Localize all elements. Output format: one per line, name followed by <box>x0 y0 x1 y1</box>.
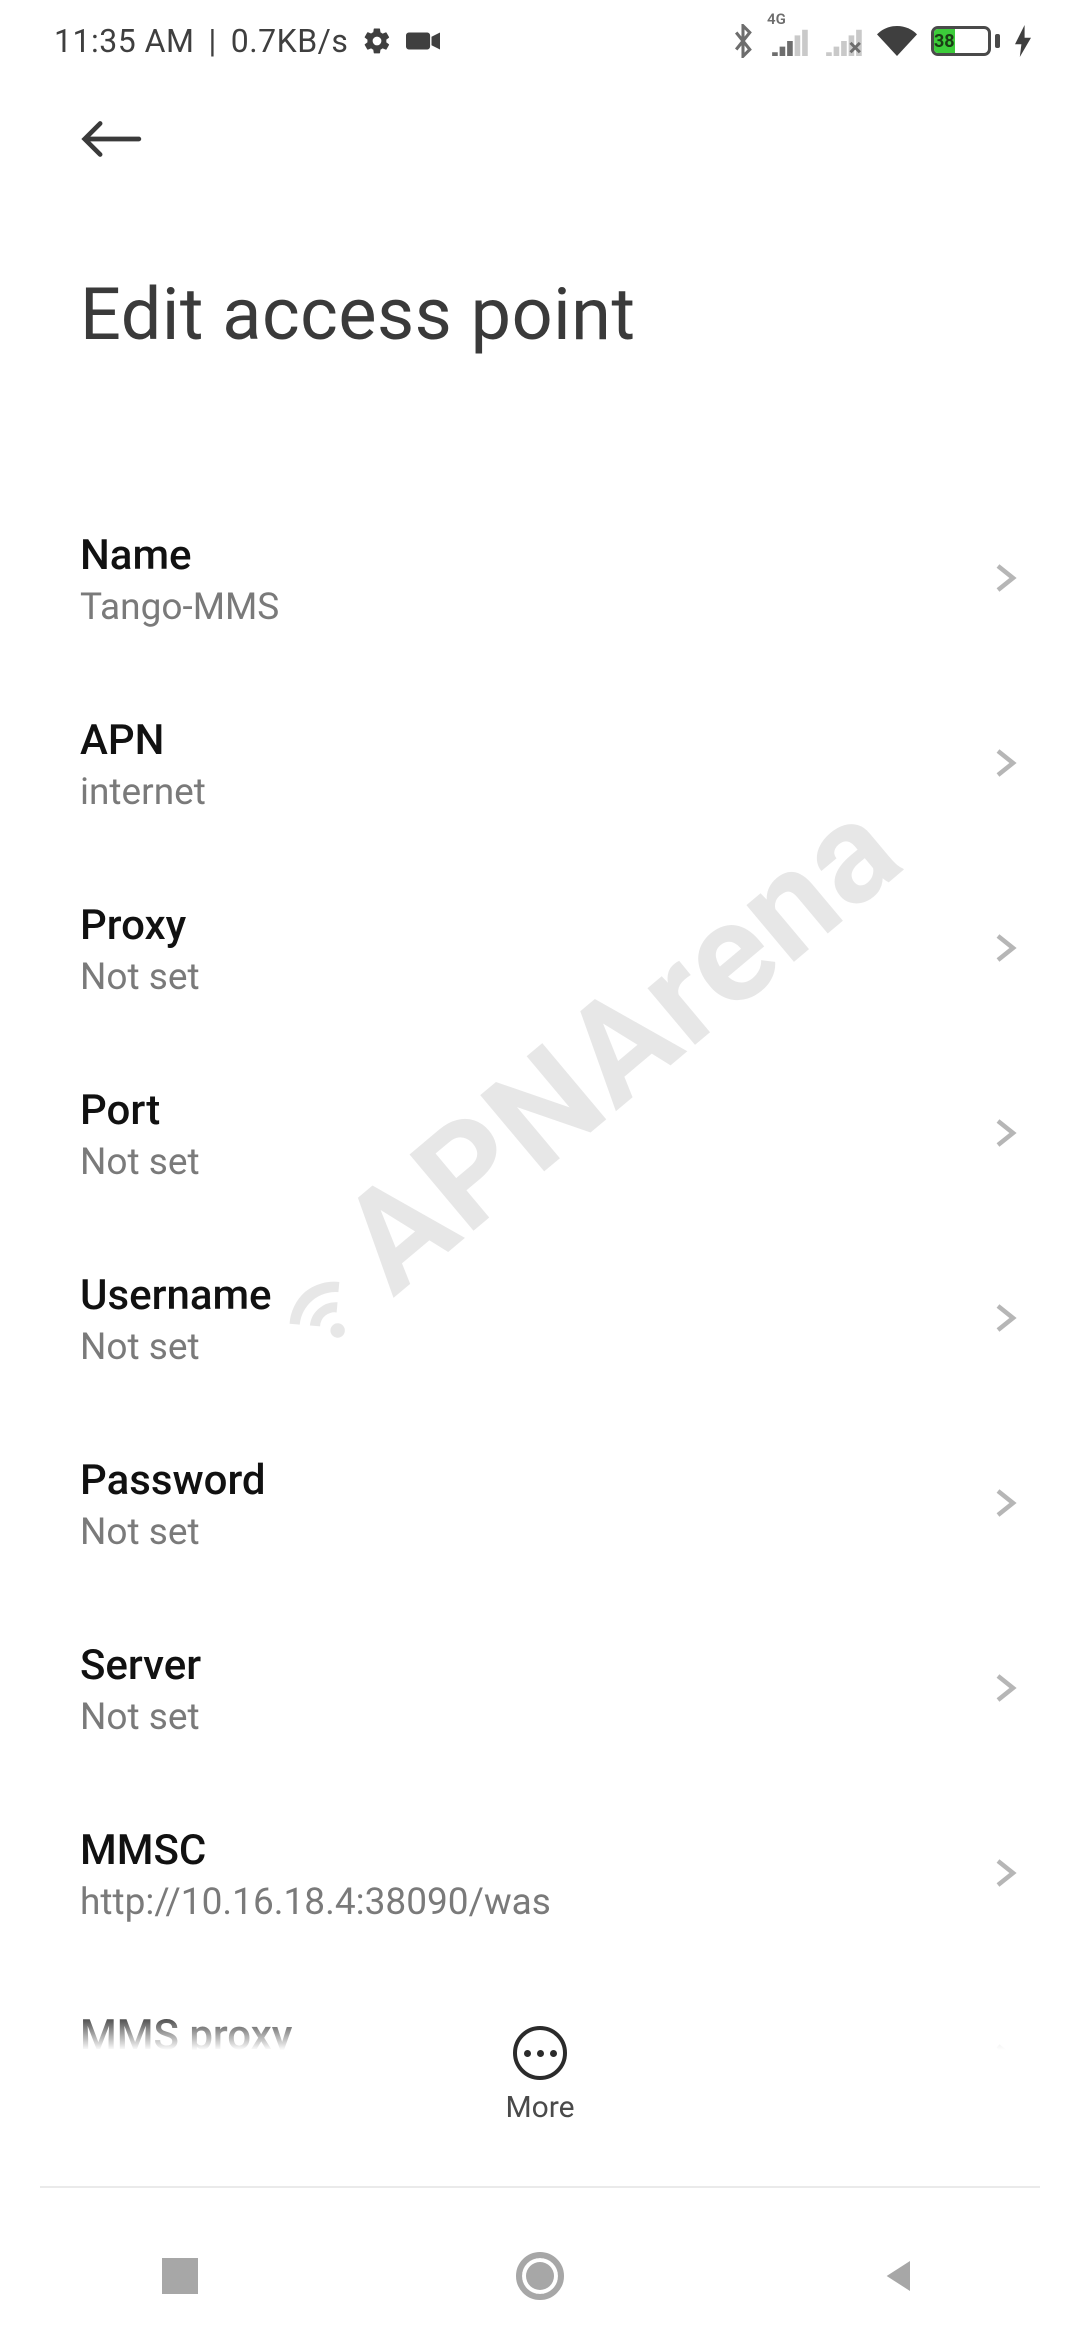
chevron-right-icon <box>986 1670 1022 1710</box>
row-value: http://10.16.18.4:38090/was <box>80 1881 551 1924</box>
status-separator: | <box>208 22 216 60</box>
row-username[interactable]: Username Not set <box>0 1227 1080 1412</box>
row-mmsc[interactable]: MMSC http://10.16.18.4:38090/was <box>0 1782 1080 1967</box>
bottom-divider <box>40 2186 1040 2188</box>
charging-bolt-icon <box>1014 25 1032 57</box>
chevron-right-icon <box>986 560 1022 600</box>
signal-sim2-icon <box>823 26 863 56</box>
row-value: Not set <box>80 1326 272 1369</box>
more-overlay: More <box>0 2008 1080 2159</box>
row-value: Not set <box>80 1696 201 1739</box>
nav-recents-button[interactable] <box>155 2251 205 2301</box>
status-bar: 11:35 AM | 0.7KB/s 4G 38 <box>0 0 1080 70</box>
row-server[interactable]: Server Not set <box>0 1597 1080 1782</box>
row-proxy[interactable]: Proxy Not set <box>0 857 1080 1042</box>
row-label: Password <box>80 1456 266 1505</box>
nav-home-button[interactable] <box>515 2251 565 2301</box>
status-time: 11:35 AM <box>54 22 194 60</box>
gear-icon <box>362 26 392 56</box>
header: Edit access point <box>0 70 1080 357</box>
row-label: Username <box>80 1271 272 1320</box>
network-badge: 4G <box>767 10 786 28</box>
chevron-right-icon <box>986 745 1022 785</box>
settings-list: Name Tango-MMS APN internet Proxy Not se… <box>0 487 1080 2167</box>
status-net-speed: 0.7KB/s <box>231 22 349 60</box>
page-title: Edit access point <box>80 272 1080 357</box>
wifi-icon <box>877 26 917 56</box>
row-value: Not set <box>80 1141 200 1184</box>
chevron-right-icon <box>986 1485 1022 1525</box>
row-password[interactable]: Password Not set <box>0 1412 1080 1597</box>
status-right: 4G 38 <box>731 24 1032 58</box>
row-label: Port <box>80 1086 200 1135</box>
row-label: Server <box>80 1641 201 1690</box>
battery-percent: 38 <box>934 29 955 53</box>
row-value: internet <box>80 771 206 814</box>
row-port[interactable]: Port Not set <box>0 1042 1080 1227</box>
chevron-right-icon <box>986 1300 1022 1340</box>
row-label: Name <box>80 531 279 580</box>
chevron-right-icon <box>986 1115 1022 1155</box>
signal-sim1-icon: 4G <box>769 26 809 56</box>
row-apn[interactable]: APN internet <box>0 672 1080 857</box>
row-label: APN <box>80 716 206 765</box>
row-value: Not set <box>80 1511 266 1554</box>
row-name[interactable]: Name Tango-MMS <box>0 487 1080 672</box>
chevron-right-icon <box>986 930 1022 970</box>
nav-back-button[interactable] <box>875 2251 925 2301</box>
video-camera-icon <box>406 29 440 53</box>
row-value: Tango-MMS <box>80 586 279 629</box>
chevron-right-icon <box>986 1855 1022 1895</box>
row-label: Proxy <box>80 901 200 950</box>
more-label: More <box>505 2090 574 2125</box>
status-left: 11:35 AM | 0.7KB/s <box>54 22 440 60</box>
row-label: MMSC <box>80 1826 551 1875</box>
row-value: Not set <box>80 956 200 999</box>
system-nav-bar <box>0 2212 1080 2340</box>
battery-icon: 38 <box>931 26 1000 56</box>
more-button[interactable] <box>513 2026 567 2080</box>
back-arrow-icon[interactable] <box>80 118 1080 160</box>
bluetooth-icon <box>731 24 755 58</box>
